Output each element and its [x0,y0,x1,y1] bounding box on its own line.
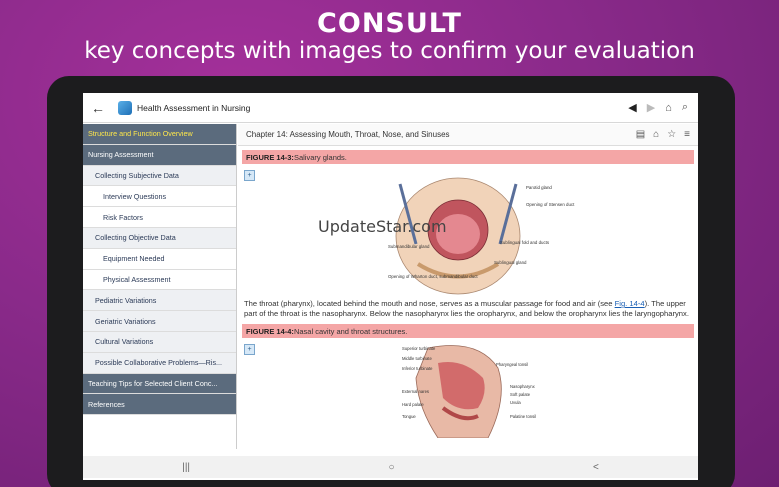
home-circle-icon[interactable]: ○ [388,462,394,473]
chapter-bar: Chapter 14: Assessing Mouth, Throat, Nos… [238,124,698,146]
toc-item-risk-factors[interactable]: Risk Factors [83,207,236,228]
label-hard-palate: Hard palate [402,402,424,407]
toc-item-nursing-assessment[interactable]: Nursing Assessment [83,144,236,166]
zoom-icon-2[interactable]: + [244,344,255,356]
label-tongue: Tongue [402,414,416,419]
label-nasopharynx: Nasopharynx [510,384,536,389]
figure-number-2: FIGURE 14-4: [246,326,294,336]
app-logo-icon [118,100,132,115]
figure-nasal-cavity[interactable]: + Superior turbinate Middle turbinate In… [238,338,698,439]
label-sublingual-ducts: Sublingual fold and ducts [500,240,550,245]
toc-item-interview-questions[interactable]: Interview Questions [83,186,236,208]
label-middle-turbinate: Middle turbinate [402,356,432,361]
next-icon[interactable]: ▶ [647,101,655,114]
figure-header-2: FIGURE 14-4: Nasal cavity and throat str… [242,324,694,339]
label-uvula: Uvula [510,400,521,405]
zoom-icon[interactable]: + [244,170,255,181]
recents-icon[interactable]: ||| [182,462,190,473]
toc-item-teaching-tips[interactable]: Teaching Tips for Selected Client Conc..… [83,373,236,395]
label-palatine-tonsil: Palatine tonsil [510,414,536,419]
chapter-title: Chapter 14: Assessing Mouth, Throat, Nos… [246,130,450,139]
label-submandibular: Submandibular gland [388,244,430,249]
notes-icon[interactable]: ▤ [636,129,645,140]
home-icon[interactable]: ⌂ [665,102,672,114]
previous-icon[interactable]: ◀ [628,101,636,114]
toc-item-pediatric[interactable]: Pediatric Variations [83,290,236,312]
label-sublingual: Sublingual gland [494,260,527,265]
appbar-actions: ◀ ▶ ⌂ ⌕ [628,101,698,114]
toc-item-objective-data[interactable]: Collecting Objective Data [83,227,236,249]
toc-item-equipment[interactable]: Equipment Needed [83,248,236,270]
toc-item-structure-function[interactable]: Structure and Function Overview [83,124,236,145]
label-wharton: Opening of Wharton duct, submandibular d… [388,274,478,279]
figure-number: FIGURE 14-3: [246,152,294,162]
figure-caption: Salivary glands. [293,152,347,162]
label-soft-palate: Soft palate [510,392,531,397]
system-nav-bar: ||| ○ < [83,456,698,478]
toc-item-collaborative-problems[interactable]: Possible Collaborative Problems—Ris... [83,352,236,374]
app-bar: ← Health Assessment in Nursing ◀ ▶ ⌂ ⌕ [83,93,698,123]
label-pharyngeal-tonsil: Pharyngeal tonsil [496,362,528,367]
system-back-icon[interactable]: < [593,462,599,473]
label-parotid: Parotid gland [526,185,552,190]
app-title: Health Assessment in Nursing [137,102,251,113]
reader-content: Chapter 14: Assessing Mouth, Throat, Nos… [238,124,698,449]
toc-item-physical-assessment[interactable]: Physical Assessment [83,269,236,291]
nasal-illustration: Superior turbinate Middle turbinate Infe… [402,345,536,439]
list-icon[interactable]: ≡ [684,129,690,140]
figure-header: FIGURE 14-3: Salivary glands. [242,150,694,164]
back-arrow-icon[interactable]: ← [83,100,113,116]
label-inferior-turbinate: Inferior turbinate [402,366,433,371]
promo-headline: CONSULT [317,8,462,39]
label-superior-turbinate: Superior turbinate [402,346,436,351]
chapter-actions: ▤ ⌂ ☆ ≡ [636,129,698,140]
app-screen: ← Health Assessment in Nursing ◀ ▶ ⌂ ⌕ S… [83,93,698,480]
label-stensen: Opening of Stensen duct [526,202,575,207]
salivary-illustration: Parotid gland Opening of Stensen duct Su… [388,177,575,295]
watermark: UpdateStar.com [318,217,447,236]
label-external-nares: External nares [402,389,429,394]
promo-subline: key concepts with images to confirm your… [84,38,695,64]
search-icon[interactable]: ⌕ [682,101,688,114]
toc-item-references[interactable]: References [83,394,236,416]
toc-item-cultural[interactable]: Cultural Variations [83,331,236,353]
figure-caption-2: Nasal cavity and throat structures. [293,326,408,336]
toc-item-subjective-data[interactable]: Collecting Subjective Data [83,165,236,187]
bookmark-star-icon[interactable]: ☆ [667,129,676,140]
figure-link[interactable]: Fig. 14-4 [615,299,645,308]
figure-salivary-glands[interactable]: + Parotid gland Opening of Stensen duct … [238,164,698,297]
toc-item-geriatric[interactable]: Geriatric Variations [83,311,236,332]
toc-sidebar: Structure and Function Overview Nursing … [83,124,237,449]
tag-icon[interactable]: ⌂ [653,129,659,140]
body-paragraph: The throat (pharynx), located behind the… [244,299,689,318]
